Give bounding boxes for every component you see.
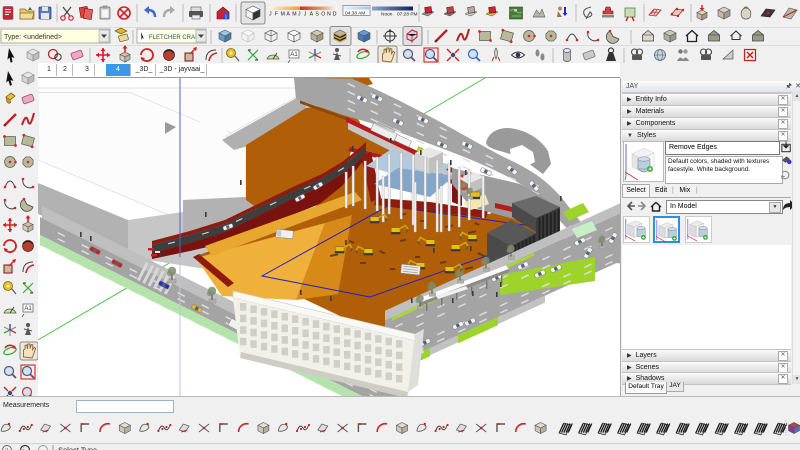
- svg-text:A1: A1: [290, 52, 298, 58]
- svg-text:M: M: [292, 12, 296, 18]
- svg-text:07:28 PM: 07:28 PM: [397, 12, 418, 18]
- svg-text:J: J: [269, 12, 272, 18]
- svg-text:FLETCHER CRAN: FLETCHER CRAN: [149, 35, 199, 41]
- svg-text:N: N: [327, 12, 331, 18]
- svg-text:04:38 AM: 04:38 AM: [345, 11, 365, 17]
- svg-text:D: D: [333, 12, 337, 18]
- svg-text:A: A: [286, 12, 290, 18]
- svg-text:A: A: [310, 12, 314, 18]
- svg-text:Noon: Noon: [381, 12, 393, 18]
- svg-text:Type: <undefined>: Type: <undefined>: [4, 34, 62, 41]
- svg-text:J: J: [304, 12, 307, 18]
- svg-text:F: F: [275, 12, 278, 18]
- svg-text:A1: A1: [24, 306, 32, 312]
- svg-text:M: M: [281, 12, 285, 18]
- svg-text:S: S: [315, 12, 319, 18]
- svg-text:J: J: [298, 12, 301, 18]
- svg-text:O: O: [321, 12, 325, 18]
- svg-text:Select Type: Select Type: [58, 446, 97, 450]
